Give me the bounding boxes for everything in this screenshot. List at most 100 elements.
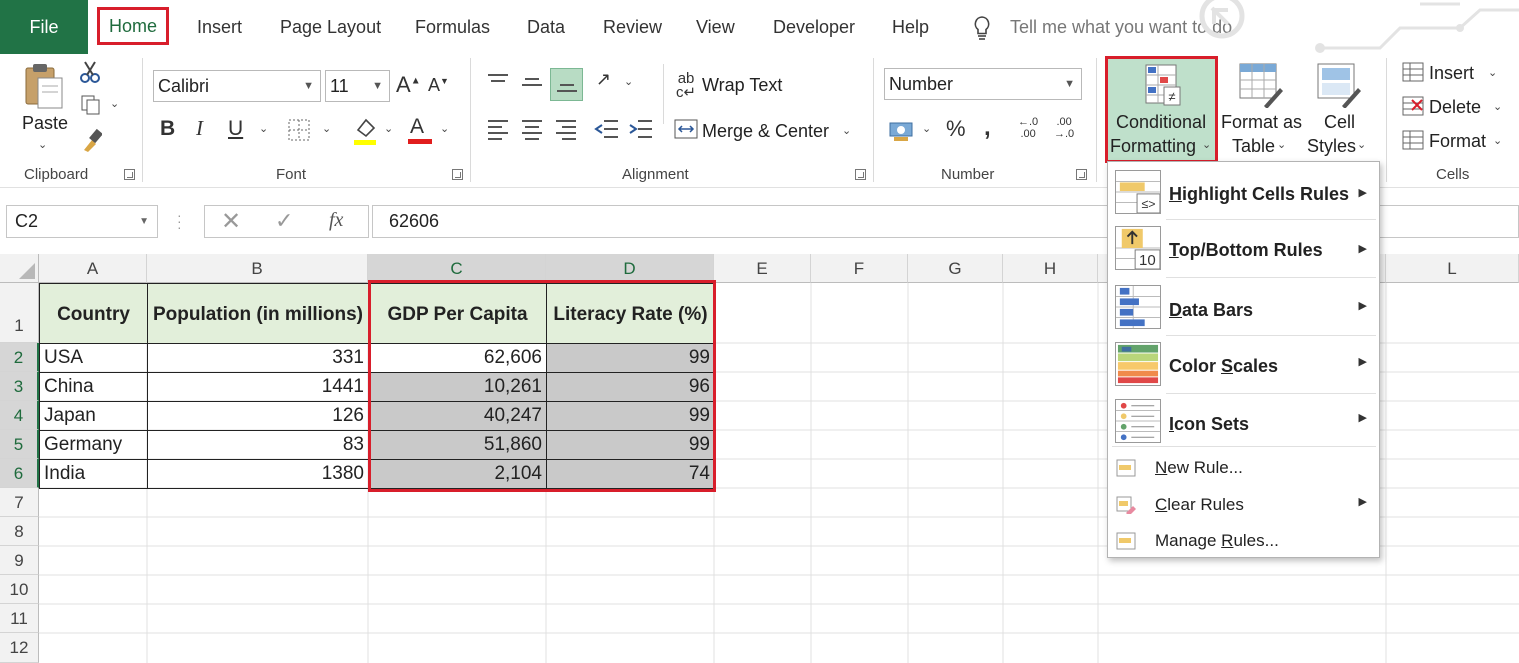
- paste-dropdown-chevron-icon[interactable]: ⌄: [38, 140, 47, 151]
- insert-cells-chevron-icon[interactable]: ⌄: [1488, 68, 1497, 79]
- paste-icon[interactable]: [22, 62, 66, 112]
- row-header-1[interactable]: 1: [0, 283, 39, 343]
- format-cells-button[interactable]: Format: [1429, 131, 1486, 152]
- format-as-table-label[interactable]: Format as: [1221, 112, 1302, 133]
- row-header-2[interactable]: 2: [0, 343, 39, 372]
- row-header-12[interactable]: 12: [0, 633, 39, 663]
- copy-dropdown-chevron-icon[interactable]: ⌄: [110, 99, 119, 110]
- row-header-8[interactable]: 8: [0, 517, 39, 546]
- tab-help[interactable]: Help: [892, 0, 929, 54]
- table-cell[interactable]: Germany: [39, 430, 148, 460]
- row-header-9[interactable]: 9: [0, 546, 39, 575]
- table-cell[interactable]: 96: [546, 372, 715, 402]
- fill-color-icon[interactable]: [352, 116, 378, 146]
- middle-align-icon[interactable]: [520, 72, 544, 92]
- tab-data[interactable]: Data: [527, 0, 565, 54]
- table-cell[interactable]: 1380: [147, 459, 369, 489]
- borders-icon[interactable]: [287, 118, 311, 142]
- table-cell[interactable]: 10,261: [368, 372, 547, 402]
- font-color-icon[interactable]: A: [410, 116, 424, 137]
- borders-dropdown-chevron-icon[interactable]: ⌄: [322, 124, 331, 135]
- table-cell[interactable]: 99: [546, 401, 715, 431]
- header-cell-population[interactable]: Population (in millions): [147, 283, 369, 344]
- merge-center-dropdown-chevron-icon[interactable]: ⌄: [842, 126, 851, 137]
- table-cell[interactable]: 2,104: [368, 459, 547, 489]
- column-header-h[interactable]: H: [1003, 254, 1098, 283]
- format-painter-icon[interactable]: [80, 128, 102, 152]
- menu-item-manage-rules[interactable]: Manage Rules...: [1108, 526, 1379, 558]
- font-size-select[interactable]: 11 ▼: [325, 70, 390, 102]
- menu-item-data-bars[interactable]: Data Bars ▶: [1108, 280, 1379, 334]
- table-cell[interactable]: 51,860: [368, 430, 547, 460]
- percent-style-icon[interactable]: %: [946, 118, 966, 140]
- top-align-icon[interactable]: [486, 72, 510, 92]
- table-cell[interactable]: India: [39, 459, 148, 489]
- table-cell[interactable]: 1441: [147, 372, 369, 402]
- header-cell-country[interactable]: Country: [39, 283, 148, 344]
- decrease-indent-icon[interactable]: [594, 118, 620, 140]
- row-header-7[interactable]: 7: [0, 488, 39, 517]
- column-header-f[interactable]: F: [811, 254, 908, 283]
- row-header-10[interactable]: 10: [0, 575, 39, 604]
- wrap-text-icon[interactable]: ab c↵: [676, 71, 696, 100]
- insert-function-icon[interactable]: fx: [329, 209, 343, 232]
- cut-icon[interactable]: [80, 60, 100, 84]
- column-header-d[interactable]: D: [546, 254, 714, 283]
- cancel-icon[interactable]: ✕: [221, 207, 241, 236]
- column-header-a[interactable]: A: [39, 254, 147, 283]
- row-header-6[interactable]: 6: [0, 459, 39, 488]
- delete-cells-button[interactable]: Delete: [1429, 97, 1481, 118]
- table-cell[interactable]: 74: [546, 459, 715, 489]
- increase-indent-icon[interactable]: [628, 118, 654, 140]
- enter-check-icon[interactable]: ✓: [275, 208, 293, 234]
- menu-item-clear-rules[interactable]: Clear Rules ▶: [1108, 489, 1379, 523]
- tab-developer[interactable]: Developer: [773, 0, 855, 54]
- bottom-align-button[interactable]: [550, 68, 583, 101]
- column-header-c[interactable]: C: [368, 254, 546, 283]
- number-format-select[interactable]: Number ▼: [884, 68, 1082, 100]
- underline-dropdown-chevron-icon[interactable]: ⌄: [259, 124, 268, 135]
- insert-cells-button[interactable]: Insert: [1429, 63, 1474, 84]
- select-all-corner[interactable]: [0, 254, 39, 283]
- menu-item-top-bottom-rules[interactable]: 10 Top/Bottom Rules ▶: [1108, 222, 1379, 276]
- orientation-icon[interactable]: ↗: [596, 70, 611, 88]
- table-cell[interactable]: 126: [147, 401, 369, 431]
- row-header-5[interactable]: 5: [0, 430, 39, 459]
- tab-page-layout[interactable]: Page Layout: [280, 0, 381, 54]
- delete-cells-chevron-icon[interactable]: ⌄: [1493, 102, 1502, 113]
- comma-style-icon[interactable]: ,: [984, 116, 991, 140]
- format-cells-icon[interactable]: [1402, 130, 1424, 150]
- table-cell[interactable]: 99: [546, 343, 715, 373]
- decrease-font-size-icon[interactable]: A▼: [428, 76, 449, 94]
- font-launcher-icon[interactable]: [452, 169, 463, 180]
- cell-styles-label-2[interactable]: Styles: [1307, 136, 1356, 157]
- wrap-text-button[interactable]: Wrap Text: [702, 75, 782, 96]
- menu-item-new-rule[interactable]: New Rule...: [1108, 452, 1379, 486]
- delete-cells-icon[interactable]: [1402, 96, 1424, 116]
- tab-file[interactable]: File: [0, 0, 88, 54]
- format-as-table-label-2[interactable]: Table: [1232, 136, 1275, 157]
- align-right-icon[interactable]: [554, 118, 578, 140]
- align-center-icon[interactable]: [520, 118, 544, 140]
- italic-icon[interactable]: I: [196, 118, 203, 139]
- increase-decimal-icon[interactable]: ←.0.00: [1018, 116, 1038, 140]
- increase-font-size-icon[interactable]: A▲: [396, 74, 421, 96]
- name-box[interactable]: C2 ▼: [6, 205, 158, 238]
- table-cell[interactable]: 40,247: [368, 401, 547, 431]
- copy-icon[interactable]: [80, 94, 102, 116]
- header-cell-gdp[interactable]: GDP Per Capita: [368, 283, 547, 344]
- menu-item-color-scales[interactable]: Color Scales ▶: [1108, 338, 1379, 392]
- header-cell-literacy[interactable]: Literacy Rate (%): [546, 283, 715, 344]
- table-cell[interactable]: Japan: [39, 401, 148, 431]
- align-left-icon[interactable]: [486, 118, 510, 140]
- tab-review[interactable]: Review: [603, 0, 662, 54]
- clipboard-launcher-icon[interactable]: [124, 169, 135, 180]
- font-color-dropdown-chevron-icon[interactable]: ⌄: [440, 124, 449, 135]
- active-cell-c2[interactable]: 62,606: [368, 343, 547, 373]
- tab-formulas[interactable]: Formulas: [415, 0, 490, 54]
- bold-icon[interactable]: B: [160, 118, 175, 139]
- row-header-3[interactable]: 3: [0, 372, 39, 401]
- table-cell[interactable]: USA: [39, 343, 148, 373]
- row-header-11[interactable]: 11: [0, 604, 39, 633]
- tab-insert[interactable]: Insert: [197, 0, 242, 54]
